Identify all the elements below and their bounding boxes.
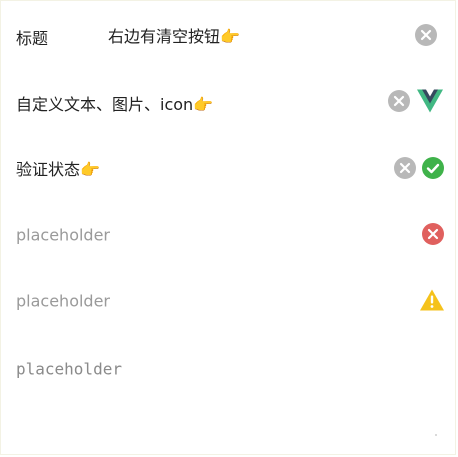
clear-icon[interactable] bbox=[415, 24, 437, 46]
clear-icon[interactable] bbox=[388, 90, 410, 112]
error-icon bbox=[422, 223, 444, 245]
warning-input[interactable]: placeholder bbox=[16, 292, 110, 311]
vue-logo-icon bbox=[417, 89, 443, 113]
warning-icon bbox=[420, 289, 444, 311]
validation-label: 验证状态👉 bbox=[16, 156, 100, 180]
title-input-value: 右边有清空按钮 bbox=[108, 27, 221, 46]
form-row-warning: placeholder bbox=[1, 267, 458, 333]
pointing-hand-emoji: 👉 bbox=[193, 95, 214, 114]
title-label: 标题 bbox=[16, 29, 49, 48]
form-row-validation: 验证状态👉 bbox=[1, 133, 458, 199]
form-container: 标题 右边有清空按钮👉 自定义文本、图片、icon👉 验证状态👉 placeho… bbox=[0, 0, 456, 455]
form-row-title: 标题 右边有清空按钮👉 bbox=[1, 1, 458, 67]
custom-label: 自定义文本、图片、icon👉 bbox=[16, 91, 213, 115]
error-input[interactable]: placeholder bbox=[16, 226, 110, 245]
plain-input[interactable]: placeholder bbox=[16, 360, 122, 379]
pointing-hand-emoji: 👉 bbox=[80, 160, 100, 179]
custom-label-text: 自定义文本、图片、icon bbox=[16, 95, 194, 114]
clear-icon[interactable] bbox=[394, 157, 416, 179]
form-row-error: placeholder bbox=[1, 201, 458, 267]
form-row-plain: placeholder bbox=[1, 335, 458, 401]
form-row-custom: 自定义文本、图片、icon👉 bbox=[1, 67, 458, 133]
pointing-hand-emoji: 👉 bbox=[220, 27, 240, 46]
title-input[interactable]: 右边有清空按钮👉 bbox=[108, 23, 240, 47]
scroll-indicator bbox=[435, 434, 437, 436]
validation-label-text: 验证状态 bbox=[16, 160, 81, 179]
success-icon bbox=[422, 157, 444, 179]
